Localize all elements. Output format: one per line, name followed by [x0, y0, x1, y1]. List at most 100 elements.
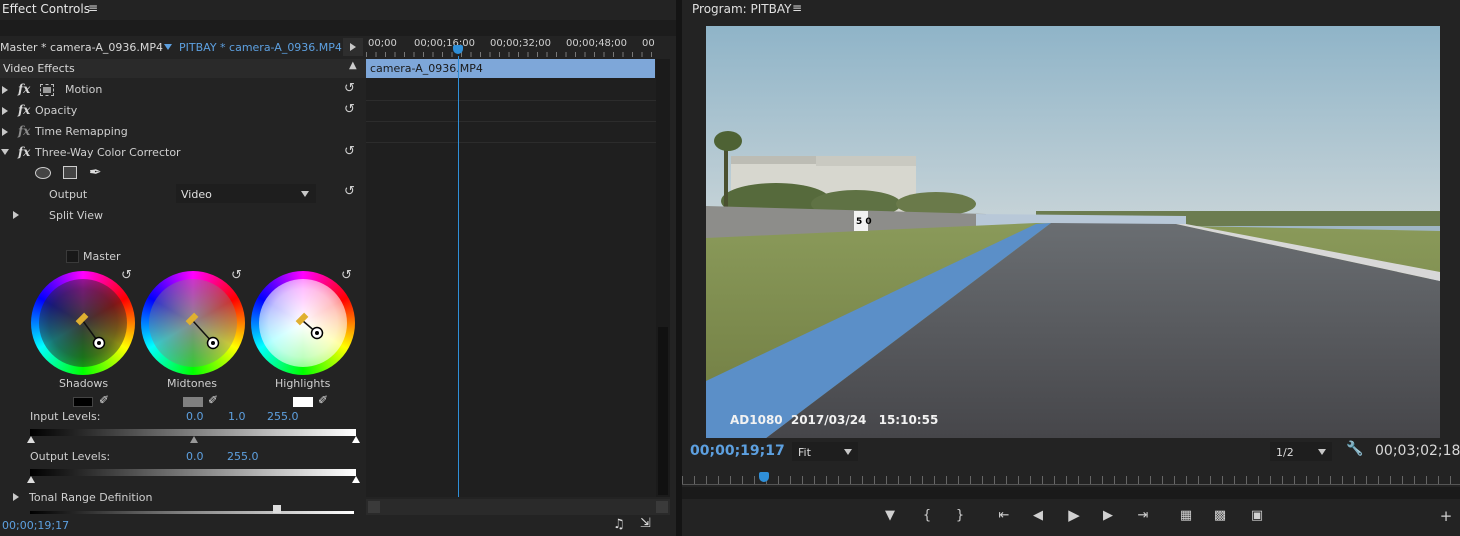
go-to-in-icon[interactable]: ⇤	[994, 509, 1014, 523]
video-timestamp-overlay: AD1080 2017/03/24 15:10:55	[730, 413, 938, 427]
effect-controls-footer: 00;00;19;17 ♫ ⇲	[0, 515, 676, 536]
highlights-wheel[interactable]	[251, 271, 355, 375]
panel-tab-effect-controls[interactable]: Effect Controls	[2, 2, 90, 16]
sequence-clip-label[interactable]: PITBAY * camera-A_0936.MP4	[179, 41, 342, 54]
reset-icon[interactable]: ↺	[121, 269, 132, 282]
vertical-scrollbar[interactable]	[656, 59, 670, 497]
race-track-scene: 5 0	[706, 26, 1440, 438]
highlights-swatch[interactable]	[293, 397, 313, 407]
input-gamma-handle[interactable]	[190, 436, 198, 443]
rectangle-mask-icon[interactable]	[63, 166, 77, 179]
go-to-out-icon[interactable]: ⇥	[1133, 509, 1153, 523]
lift-icon[interactable]: ▦	[1176, 509, 1196, 523]
output-levels-black[interactable]: 0.0	[186, 450, 204, 463]
program-time-ruler[interactable]	[682, 470, 1460, 486]
expand-arrow-icon[interactable]	[2, 86, 8, 94]
effect-label: Motion	[65, 83, 103, 96]
panel-menu-icon[interactable]: ≡	[88, 1, 98, 15]
motion-transform-icon[interactable]	[40, 84, 54, 96]
reset-icon[interactable]: ↺	[231, 269, 242, 282]
button-editor-plus-icon[interactable]: +	[1438, 509, 1454, 524]
zoom-fit-dropdown[interactable]: Fit	[792, 442, 858, 461]
scroll-btn-left[interactable]	[368, 501, 380, 513]
resolution-dropdown[interactable]: 1/2	[1270, 442, 1332, 461]
scroll-btn-right[interactable]	[656, 501, 668, 513]
overlay-time: 15:10:55	[878, 413, 939, 427]
master-checkbox[interactable]	[66, 250, 79, 263]
export-frame-camera-icon[interactable]: ▣	[1247, 509, 1267, 523]
mini-timeline-ruler[interactable]: 00;00 00;00;16;00 00;00;32;00 00;00;48;0…	[366, 36, 656, 58]
output-levels-white[interactable]: 255.0	[227, 450, 259, 463]
play-button[interactable]: ▶	[1065, 508, 1083, 523]
midtones-wheel[interactable]	[141, 271, 245, 375]
shadows-swatch[interactable]	[73, 397, 93, 407]
tonal-range-handle[interactable]	[273, 505, 281, 513]
output-dropdown[interactable]: Video	[176, 184, 316, 203]
ruler-timecode: 00;00;32;00	[490, 38, 552, 49]
input-black-handle[interactable]	[27, 436, 35, 443]
horizontal-scrollbar[interactable]	[366, 499, 670, 515]
input-levels-black[interactable]: 0.0	[186, 410, 204, 423]
master-clip-label[interactable]: Master * camera-A_0936.MP4	[0, 41, 163, 54]
effect-row-three-way-color-corrector[interactable]: fx Three-Way Color Corrector ↺	[0, 143, 366, 163]
effect-row-motion[interactable]: fx Motion ↺	[0, 80, 366, 100]
fx-toggle-icon[interactable]: fx	[18, 82, 30, 96]
effect-controls-header: Effect Controls ≡	[0, 0, 676, 20]
output-white-handle[interactable]	[352, 476, 360, 483]
export-icon[interactable]: ⇲	[640, 516, 651, 531]
mark-in-icon[interactable]: {	[919, 509, 935, 523]
eyedropper-icon[interactable]: ✐	[208, 393, 218, 407]
program-playhead[interactable]	[759, 472, 769, 482]
expand-arrow-icon[interactable]	[13, 493, 19, 501]
output-label: Output	[49, 188, 88, 201]
step-back-icon[interactable]: ◀	[1030, 509, 1046, 523]
fx-toggle-icon[interactable]: fx	[18, 145, 30, 159]
panel-menu-icon[interactable]: ≡	[792, 1, 802, 15]
effect-row-time-remapping[interactable]: fx Time Remapping	[0, 122, 366, 142]
panel-tab-program[interactable]: Program: PITBAY	[692, 2, 791, 16]
program-current-timecode[interactable]: 00;00;19;17	[690, 443, 785, 459]
ruler-baseline	[682, 484, 1460, 485]
collapse-up-icon[interactable]: ▲	[349, 60, 357, 71]
eyedropper-icon[interactable]: ✐	[99, 393, 109, 407]
scrollbar-thumb[interactable]	[658, 327, 668, 495]
zoom-scroll-bar[interactable]	[682, 487, 1460, 499]
pen-mask-icon[interactable]: ✒	[89, 163, 102, 181]
clip-bar[interactable]: camera-A_0936.MP4	[366, 59, 655, 78]
expand-arrow-icon[interactable]	[2, 128, 8, 136]
fx-toggle-icon[interactable]: fx	[18, 103, 30, 117]
output-levels-gradient[interactable]	[30, 469, 356, 476]
reset-icon[interactable]: ↺	[344, 103, 355, 116]
add-marker-icon[interactable]: ▼	[882, 509, 898, 523]
reset-icon[interactable]: ↺	[341, 269, 352, 282]
video-effects-header: Video Effects ▲	[0, 59, 366, 78]
input-levels-white[interactable]: 255.0	[267, 410, 299, 423]
reset-icon[interactable]: ↺	[344, 145, 355, 158]
expand-arrow-icon[interactable]	[13, 211, 19, 219]
reset-icon[interactable]: ↺	[344, 185, 355, 198]
output-black-handle[interactable]	[27, 476, 35, 483]
settings-wrench-icon[interactable]: 🔧	[1346, 441, 1363, 457]
step-forward-icon[interactable]: ▶	[1100, 509, 1116, 523]
eyedropper-icon[interactable]: ✐	[318, 393, 328, 407]
program-video-frame[interactable]: 5 0 AD1080 2017/03/24 15:10:55	[706, 26, 1440, 438]
clip-dropdown-icon[interactable]	[164, 44, 172, 50]
keyframe-row-divider	[366, 100, 656, 101]
input-levels-gradient[interactable]	[30, 429, 356, 436]
reset-icon[interactable]: ↺	[344, 82, 355, 95]
midtones-swatch[interactable]	[183, 397, 203, 407]
expand-arrow-icon[interactable]	[2, 107, 8, 115]
shadows-wheel[interactable]	[31, 271, 135, 375]
extract-icon[interactable]: ▩	[1210, 509, 1230, 523]
show-timeline-button[interactable]	[343, 38, 363, 56]
audio-loop-icon[interactable]: ♫	[613, 517, 625, 532]
mark-out-icon[interactable]: }	[952, 509, 968, 523]
effect-row-opacity[interactable]: fx Opacity ↺	[0, 101, 366, 121]
tonal-range-bar[interactable]	[30, 511, 354, 514]
playhead-line	[458, 56, 459, 497]
current-timecode[interactable]: 00;00;19;17	[2, 519, 69, 532]
ellipse-mask-icon[interactable]	[35, 167, 51, 179]
input-white-handle[interactable]	[352, 436, 360, 443]
collapse-arrow-icon[interactable]	[1, 149, 9, 155]
input-levels-gamma[interactable]: 1.0	[228, 410, 246, 423]
